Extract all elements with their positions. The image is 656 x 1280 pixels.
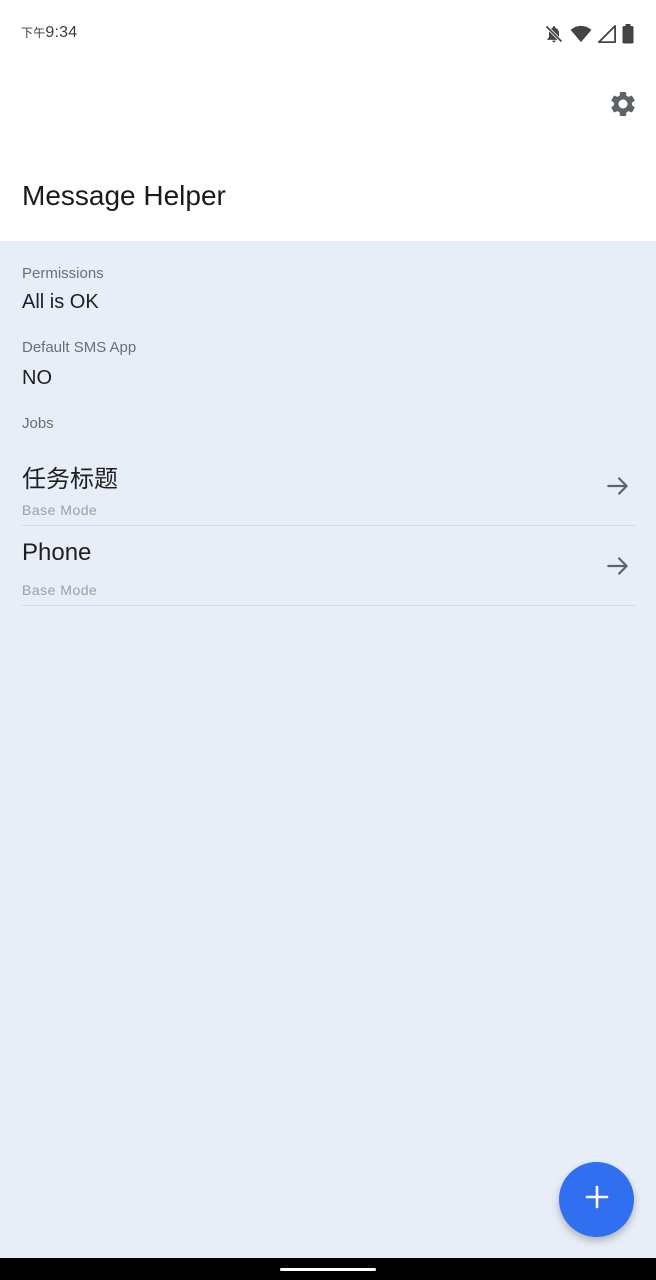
default-sms-label: Default SMS App bbox=[22, 339, 137, 356]
status-time-prefix: 下午 bbox=[21, 26, 46, 40]
arrow-right-icon bbox=[605, 473, 631, 499]
job-subtitle: Base Mode bbox=[22, 582, 98, 598]
job-title: Phone bbox=[22, 539, 92, 566]
cell-signal-icon bbox=[598, 25, 616, 43]
status-time-value: 9:34 bbox=[45, 24, 78, 41]
top-app-bar: 下午9:34 Message Helper bbox=[0, 0, 656, 241]
job-subtitle: Base Mode bbox=[22, 502, 98, 518]
page-title: Message Helper bbox=[22, 180, 226, 211]
permissions-label: Permissions bbox=[22, 265, 104, 282]
settings-button[interactable] bbox=[604, 87, 642, 125]
job-item[interactable]: 任务标题 Base Mode bbox=[22, 445, 635, 526]
notifications-off-icon bbox=[544, 23, 564, 45]
wifi-icon bbox=[570, 24, 592, 44]
gear-icon bbox=[608, 89, 638, 124]
arrow-right-icon bbox=[605, 553, 631, 579]
home-handle[interactable] bbox=[280, 1268, 376, 1271]
job-item[interactable]: Phone Base Mode bbox=[22, 525, 635, 606]
plus-icon bbox=[585, 1185, 609, 1214]
system-navigation-bar bbox=[0, 1258, 656, 1280]
add-job-button[interactable] bbox=[559, 1162, 634, 1237]
job-title: 任务标题 bbox=[22, 466, 118, 493]
status-bar: 下午9:34 bbox=[0, 0, 656, 70]
status-icons bbox=[544, 23, 634, 45]
battery-icon bbox=[622, 24, 634, 44]
screen: 下午9:34 Message Helper Permissions All is… bbox=[0, 0, 656, 1280]
jobs-label: Jobs bbox=[22, 415, 54, 432]
status-time: 下午9:34 bbox=[21, 24, 77, 42]
permissions-value: All is OK bbox=[22, 291, 99, 313]
default-sms-value: NO bbox=[22, 367, 52, 389]
